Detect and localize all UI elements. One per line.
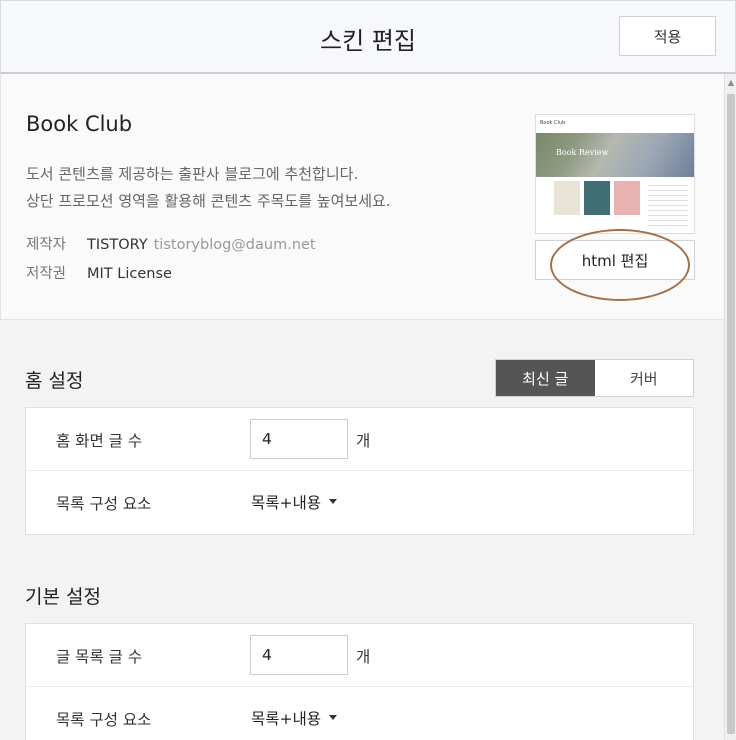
author-email: tistoryblog@daum.net: [153, 237, 316, 253]
skin-description: 도서 콘텐츠를 제공하는 출판사 블로그에 추천합니다. 상단 프로모션 영역을…: [26, 161, 391, 215]
home-post-count-unit: 개: [356, 432, 371, 450]
license-row: 저작권 MIT License: [26, 262, 172, 283]
skin-thumbnail: Book Club Book Review: [535, 114, 695, 234]
thumbnail-book-card: [584, 181, 610, 215]
toggle-option-latest[interactable]: 최신 글: [496, 360, 595, 396]
home-settings-title: 홈 설정: [25, 370, 84, 392]
license-value: MIT License: [87, 266, 172, 282]
thumbnail-site-title: Book Club: [536, 115, 694, 133]
caret-down-icon: [329, 715, 338, 720]
list-post-count-row: 글 목록 글 수 개: [26, 624, 693, 687]
caret-down-icon: [329, 499, 338, 504]
scrollbar-thumb[interactable]: [727, 94, 735, 734]
thumbnail-hero-text: Book Review: [556, 148, 609, 157]
license-label: 저작권: [26, 266, 67, 282]
html-edit-button[interactable]: html 편집: [535, 240, 695, 280]
basic-settings-title: 기본 설정: [25, 586, 101, 608]
settings-scroll-area[interactable]: Book Club 도서 콘텐츠를 제공하는 출판사 블로그에 추천합니다. 상…: [0, 74, 724, 740]
scroll-up-arrow-icon[interactable]: ▲: [725, 78, 736, 90]
home-settings-panel: 홈 화면 글 수 개 목록 구성 요소 목록+내용: [25, 407, 694, 535]
basic-composition-label: 목록 구성 요소: [56, 711, 152, 729]
list-post-count-input[interactable]: [250, 635, 348, 675]
basic-composition-value: 목록+내용: [251, 710, 322, 728]
home-post-count-input[interactable]: [250, 419, 348, 459]
home-composition-dropdown[interactable]: 목록+내용: [251, 491, 338, 513]
home-composition-label: 목록 구성 요소: [56, 495, 152, 513]
author-name: TISTORY: [87, 237, 148, 253]
basic-composition-row: 목록 구성 요소 목록+내용: [26, 687, 693, 740]
author-row: 제작자 TISTORY tistoryblog@daum.net: [26, 233, 316, 254]
list-post-count-label: 글 목록 글 수: [56, 648, 143, 666]
skin-info-card: Book Club 도서 콘텐츠를 제공하는 출판사 블로그에 추천합니다. 상…: [0, 74, 724, 320]
home-composition-row: 목록 구성 요소 목록+내용: [26, 471, 693, 534]
thumbnail-hero-image: Book Review: [536, 133, 694, 177]
skin-name: Book Club: [26, 112, 133, 136]
home-composition-value: 목록+내용: [251, 494, 322, 512]
skin-description-line: 도서 콘텐츠를 제공하는 출판사 블로그에 추천합니다.: [26, 165, 359, 183]
home-post-count-label: 홈 화면 글 수: [56, 432, 143, 450]
apply-button[interactable]: 적용: [619, 16, 716, 56]
thumbnail-text-lines: [648, 181, 688, 229]
list-post-count-unit: 개: [356, 648, 371, 666]
skin-description-line: 상단 프로모션 영역을 활용해 콘텐츠 주목도를 높여보세요.: [26, 192, 391, 210]
thumbnail-book-card: [614, 181, 640, 215]
toggle-option-cover[interactable]: 커버: [594, 360, 693, 396]
vertical-scrollbar[interactable]: ▲: [724, 74, 736, 740]
basic-settings-panel: 글 목록 글 수 개 목록 구성 요소 목록+내용: [25, 623, 694, 740]
editor-header: 스킨 편집 적용: [0, 0, 736, 74]
basic-composition-dropdown[interactable]: 목록+내용: [251, 707, 338, 729]
home-post-count-row: 홈 화면 글 수 개: [26, 408, 693, 471]
author-label: 제작자: [26, 237, 67, 253]
home-type-toggle: 최신 글 커버: [495, 359, 694, 397]
thumbnail-book-card: [554, 181, 580, 215]
